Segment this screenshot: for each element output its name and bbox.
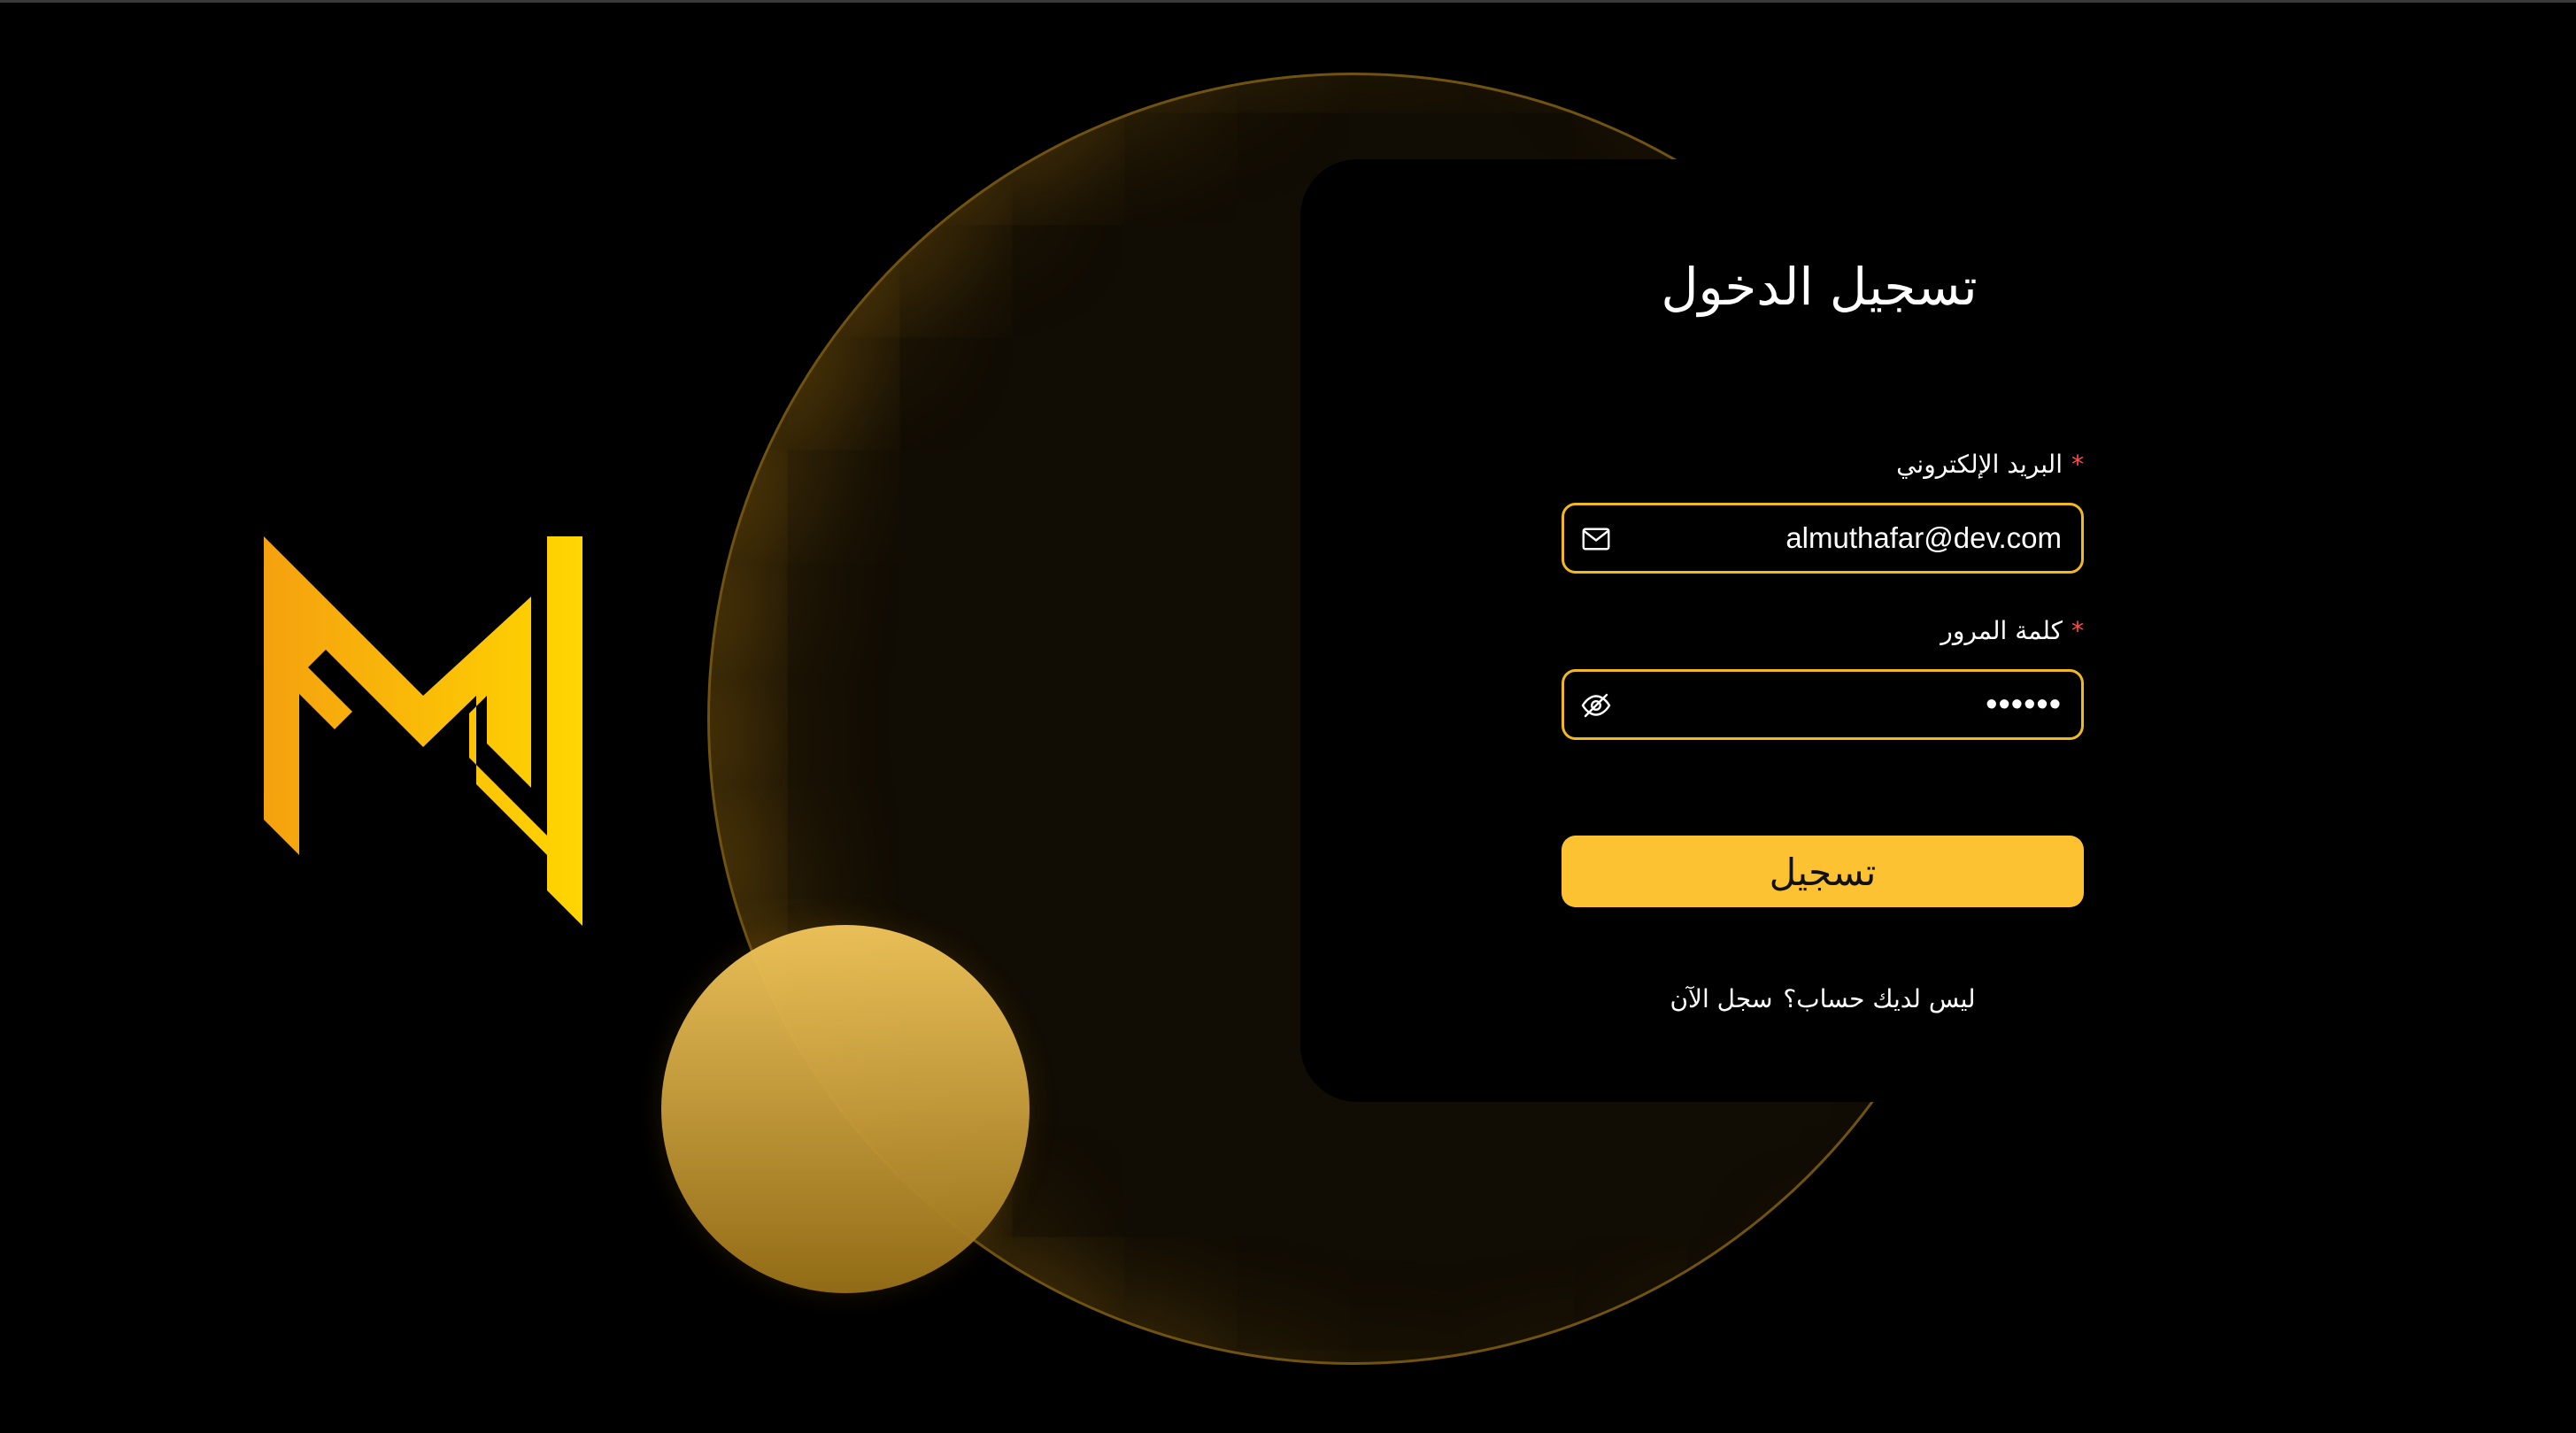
password-label: * كلمة المرور — [1562, 616, 2084, 645]
page-title: تسجيل الدخول — [1661, 257, 1978, 317]
register-now-link[interactable]: سجل الآن — [1670, 984, 1772, 1013]
m-monogram-logo-icon — [264, 536, 582, 926]
mail-icon — [1582, 528, 1610, 551]
email-field[interactable]: almuthafar@dev.com — [1562, 503, 2084, 574]
eye-off-icon[interactable] — [1580, 690, 1612, 721]
email-value[interactable]: almuthafar@dev.com — [1637, 505, 2062, 571]
register-submit-button[interactable]: تسجيل — [1562, 836, 2084, 907]
email-label: * البريد الإلكتروني — [1562, 450, 2084, 479]
signup-question: ليس لديك حساب؟ — [1783, 984, 1976, 1013]
password-value[interactable]: •••••• — [1637, 672, 2062, 737]
password-field[interactable]: •••••• — [1562, 669, 2084, 740]
login-page: تسجيل الدخول * البريد الإلكتروني almuthaf… — [0, 0, 2576, 1433]
required-mark: * — [2071, 616, 2084, 645]
background-small-gold-circle — [661, 925, 1030, 1293]
top-border — [0, 0, 2576, 3]
required-mark: * — [2071, 450, 2084, 479]
signup-prompt: ليس لديك حساب؟ سجل الآن — [1562, 984, 2084, 1013]
password-label-text: كلمة المرور — [1940, 616, 2063, 645]
email-label-text: البريد الإلكتروني — [1896, 450, 2063, 479]
